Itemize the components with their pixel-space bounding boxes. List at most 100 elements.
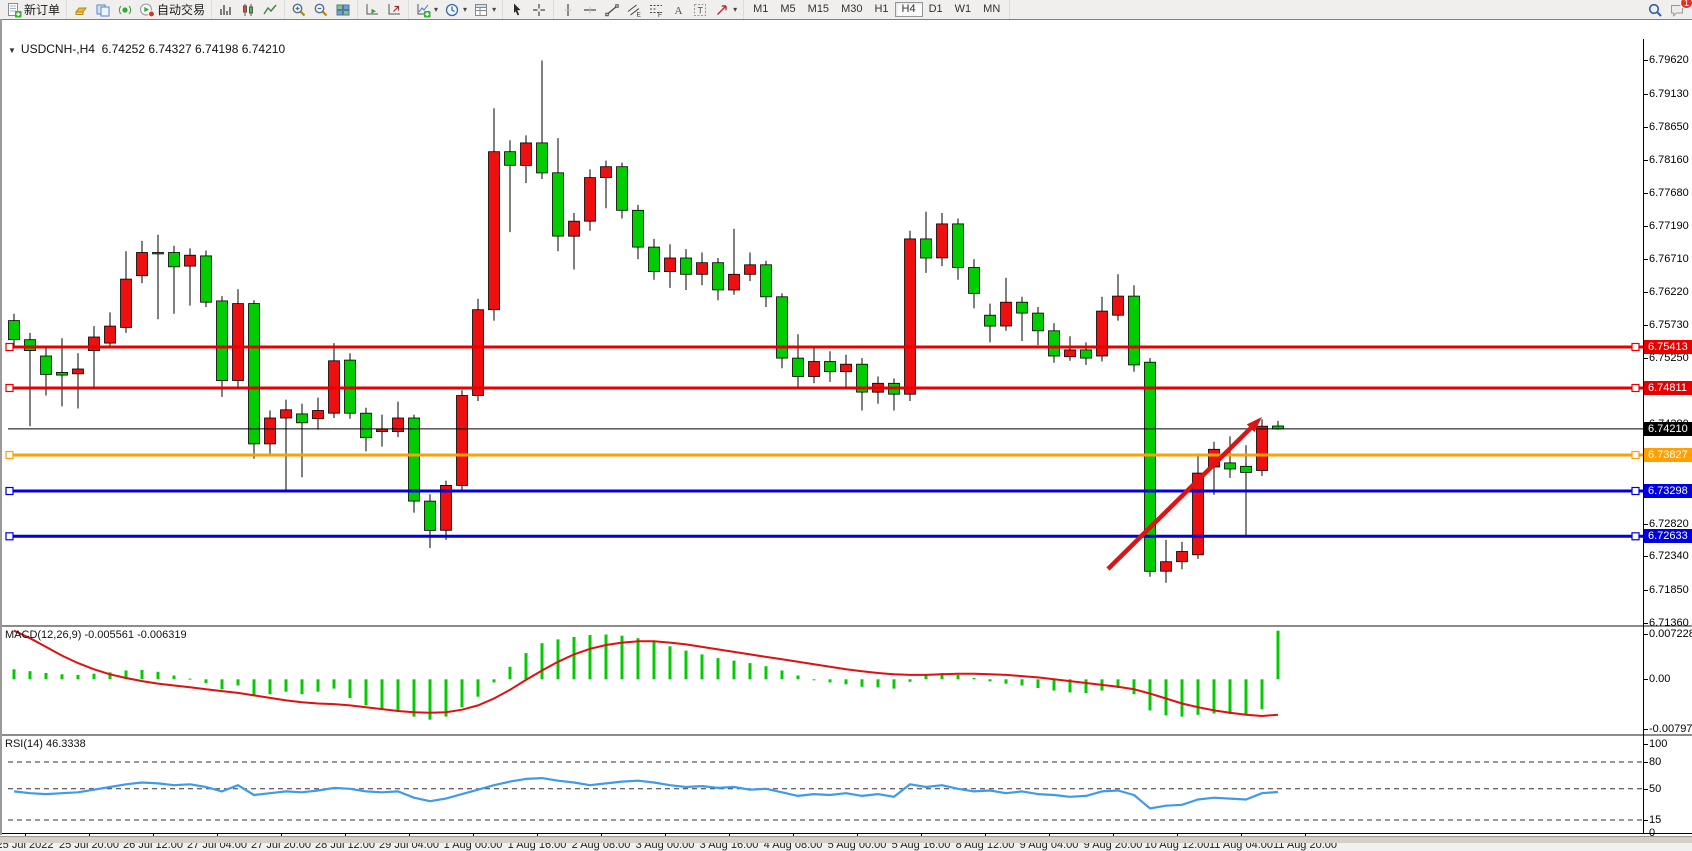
- bear-candle: [1241, 466, 1252, 472]
- macd-histogram-bar: [445, 679, 448, 716]
- bear-candle: [649, 247, 660, 272]
- price-tick-mark: [1643, 325, 1648, 326]
- line-handle[interactable]: [6, 488, 13, 495]
- trend-arrow[interactable]: [1108, 428, 1251, 569]
- price-tick-label: 6.77680: [1649, 187, 1689, 199]
- macd-histogram-bar: [365, 679, 368, 705]
- bear-candle: [41, 356, 52, 374]
- cursor-button[interactable]: [506, 1, 528, 18]
- macd-histogram-bar: [765, 666, 768, 679]
- price-chart-pane[interactable]: [0, 53, 1644, 625]
- timeframe-w1[interactable]: W1: [949, 2, 978, 17]
- line-handle[interactable]: [1632, 344, 1639, 351]
- line-handle[interactable]: [1632, 452, 1639, 459]
- pane-separator[interactable]: [0, 625, 1692, 627]
- hline-button[interactable]: [579, 1, 601, 18]
- price-tick-label: 6.76710: [1649, 253, 1689, 265]
- charts-list-button[interactable]: [92, 1, 114, 18]
- macd-histogram-bar: [733, 661, 736, 680]
- chart-shift-button[interactable]: [383, 1, 405, 18]
- text-button[interactable]: A: [667, 1, 689, 18]
- toolbar-group: ▾ ▾ ▾: [409, 0, 503, 19]
- zoom-out-button[interactable]: [310, 1, 332, 18]
- macd-indicator-pane[interactable]: [0, 627, 1644, 734]
- rsi-indicator-pane[interactable]: [0, 736, 1644, 833]
- chevron-down-icon[interactable]: ▾: [434, 5, 438, 14]
- macd-histogram-bar: [189, 679, 192, 680]
- chevron-down-icon[interactable]: ▾: [733, 5, 737, 14]
- rsi-tick-label: 15: [1649, 814, 1661, 826]
- price-tick-label: 6.71360: [1649, 617, 1689, 629]
- timeframe-group: M1M5M15M30H1H4D1W1MN: [744, 0, 1010, 19]
- bar-chart-button[interactable]: [215, 1, 237, 18]
- fibonacci-button[interactable]: F: [645, 1, 667, 18]
- line-handle[interactable]: [1632, 385, 1639, 392]
- new-order-button[interactable]: 新订单: [3, 1, 63, 18]
- navigator-button[interactable]: [114, 1, 136, 18]
- channel-button[interactable]: E: [623, 1, 645, 18]
- macd-histogram-bar: [1229, 679, 1232, 714]
- line-handle[interactable]: [6, 533, 13, 540]
- macd-histogram-bar: [461, 679, 464, 707]
- crosshair-button[interactable]: [528, 1, 550, 18]
- timeframe-m30[interactable]: M30: [835, 2, 868, 17]
- macd-histogram-bar: [141, 670, 144, 679]
- bull-candle: [569, 221, 580, 236]
- shapes-button[interactable]: ▾: [711, 1, 740, 18]
- notifications-button[interactable]: 1: [1666, 1, 1688, 18]
- zoom-in-button[interactable]: [288, 1, 310, 18]
- macd-histogram-bar: [637, 638, 640, 679]
- timeframe-h4[interactable]: H4: [895, 2, 923, 17]
- toolbar-group: 自动交易: [67, 0, 212, 19]
- price-tick-mark: [1643, 94, 1648, 95]
- periods-button[interactable]: ▾: [441, 1, 470, 18]
- bull-candle: [745, 265, 756, 275]
- macd-histogram-bar: [717, 658, 720, 679]
- timeframe-mn[interactable]: MN: [977, 2, 1006, 17]
- tile-windows-button[interactable]: [332, 1, 354, 18]
- search-icon: [1647, 2, 1663, 18]
- search-button[interactable]: [1644, 1, 1666, 18]
- autotrade-button[interactable]: 自动交易: [136, 1, 208, 18]
- price-tick-mark: [1643, 358, 1648, 359]
- line-handle[interactable]: [6, 385, 13, 392]
- line-handle[interactable]: [1632, 488, 1639, 495]
- pane-separator[interactable]: [0, 734, 1692, 736]
- indicators-button[interactable]: ▾: [412, 1, 441, 18]
- bear-candle: [297, 414, 308, 423]
- price-tick-mark: [1643, 193, 1648, 194]
- timeframe-h1[interactable]: H1: [868, 2, 894, 17]
- line-handle[interactable]: [6, 452, 13, 459]
- vline-button[interactable]: [557, 1, 579, 18]
- bull-candle: [89, 337, 100, 351]
- macd-histogram-bar: [989, 679, 992, 681]
- macd-histogram-bar: [573, 637, 576, 679]
- line-handle[interactable]: [1632, 533, 1639, 540]
- bull-candle: [841, 364, 852, 372]
- macd-histogram-bar: [285, 679, 288, 691]
- line-chart-button[interactable]: [259, 1, 281, 18]
- trendline-button[interactable]: [601, 1, 623, 18]
- bull-candle: [521, 143, 532, 166]
- price-tick-label: 6.72820: [1649, 518, 1689, 530]
- chevron-down-icon[interactable]: ▾: [492, 5, 496, 14]
- templates-button[interactable]: ▾: [470, 1, 499, 18]
- bull-candle: [265, 418, 276, 444]
- autotrade-button-label: 自动交易: [157, 1, 205, 18]
- timeframe-m1[interactable]: M1: [747, 2, 774, 17]
- label-button[interactable]: T: [689, 1, 711, 18]
- rsi-tick-mark: [1643, 744, 1648, 745]
- timeframe-m5[interactable]: M5: [774, 2, 801, 17]
- chevron-down-icon[interactable]: ▾: [463, 5, 467, 14]
- macd-histogram-bar: [1261, 679, 1264, 709]
- new-chart-button[interactable]: [70, 1, 92, 18]
- timeframe-d1[interactable]: D1: [923, 2, 949, 17]
- candle-chart-button[interactable]: [237, 1, 259, 18]
- bear-candle: [825, 362, 836, 372]
- timeframe-m15[interactable]: M15: [802, 2, 835, 17]
- auto-scroll-button[interactable]: [361, 1, 383, 18]
- line-handle[interactable]: [6, 344, 13, 351]
- macd-tick-label: -0.007979: [1649, 723, 1692, 735]
- bear-candle: [537, 143, 548, 173]
- bull-candle: [585, 178, 596, 222]
